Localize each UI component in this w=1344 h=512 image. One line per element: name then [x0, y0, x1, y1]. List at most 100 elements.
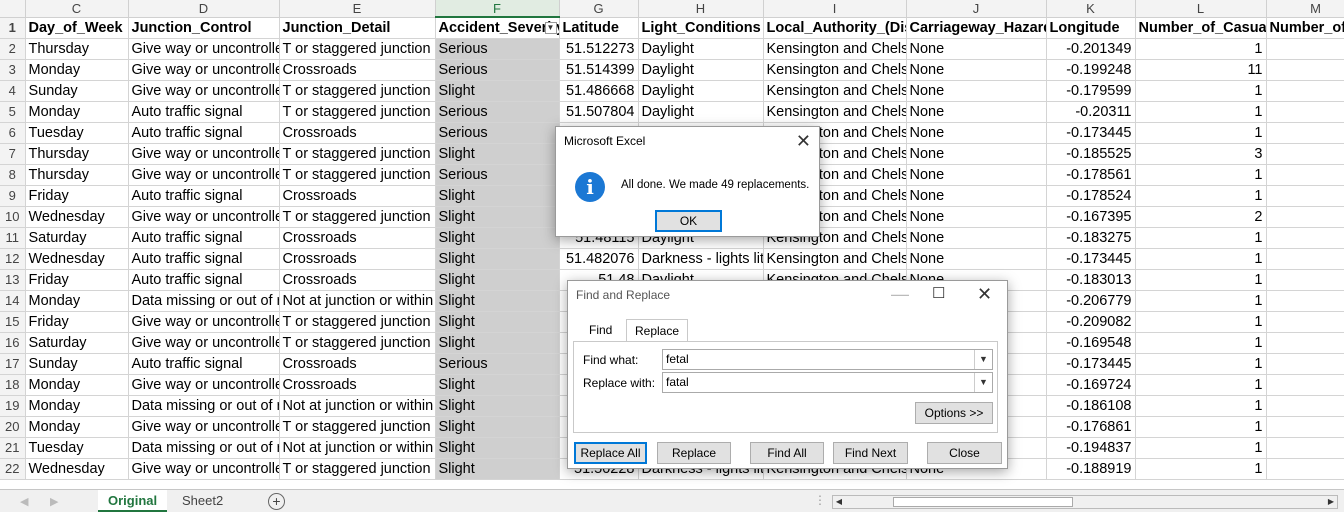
cell[interactable]: -0.194837	[1046, 437, 1136, 459]
cell[interactable]: Monday	[25, 59, 129, 81]
cell[interactable]: Kensington and Chelsea	[763, 59, 907, 81]
cell[interactable]	[1266, 458, 1344, 480]
cell[interactable]: 1	[1135, 122, 1267, 144]
replace-with-input[interactable]: fatal ▼	[662, 372, 993, 393]
column-title-cell[interactable]: Longitude	[1046, 17, 1136, 39]
cell[interactable]: Data missing or out of range	[128, 290, 280, 312]
cell[interactable]: Not at junction or within 20 metres	[279, 395, 436, 417]
cell[interactable]: -0.201349	[1046, 38, 1136, 60]
cell[interactable]: Tuesday	[25, 122, 129, 144]
cell[interactable]: Kensington and Chelsea	[763, 80, 907, 102]
row-header[interactable]: 5	[0, 101, 26, 123]
cell[interactable]: Friday	[25, 269, 129, 291]
cell[interactable]: None	[906, 206, 1047, 228]
row-header[interactable]: 16	[0, 332, 26, 354]
cell[interactable]: Auto traffic signal	[128, 185, 280, 207]
cell[interactable]: 1	[1135, 290, 1267, 312]
cell[interactable]: Auto traffic signal	[128, 122, 280, 144]
column-header-l[interactable]: L	[1135, 0, 1267, 18]
cell[interactable]: Crossroads	[279, 185, 436, 207]
cell[interactable]: Serious	[435, 122, 560, 144]
cell[interactable]: Thursday	[25, 143, 129, 165]
cell[interactable]: -0.167395	[1046, 206, 1136, 228]
scroll-left-icon[interactable]: ◀	[833, 496, 845, 508]
add-sheet-button[interactable]: +	[268, 493, 285, 510]
tab-split-handle[interactable]: ⋮	[814, 493, 826, 507]
column-title-cell[interactable]: Number_of_Casualties	[1135, 17, 1267, 39]
column-header-k[interactable]: K	[1046, 0, 1136, 18]
find-all-button[interactable]: Find All	[750, 442, 824, 464]
cell[interactable]: Serious	[435, 164, 560, 186]
cell[interactable]: Auto traffic signal	[128, 353, 280, 375]
cell[interactable]: Crossroads	[279, 353, 436, 375]
cell[interactable]: -0.185525	[1046, 143, 1136, 165]
cell[interactable]: Monday	[25, 101, 129, 123]
column-title-cell[interactable]: Accident_Severity ▼	[435, 17, 560, 39]
ok-button[interactable]: OK	[655, 210, 722, 232]
row-header[interactable]: 1	[0, 17, 26, 39]
cell[interactable]: Thursday	[25, 38, 129, 60]
column-header-h[interactable]: H	[638, 0, 764, 18]
cell[interactable]: Auto traffic signal	[128, 248, 280, 270]
cell[interactable]: Slight	[435, 227, 560, 249]
cell[interactable]	[1266, 122, 1344, 144]
column-header-c[interactable]: C	[25, 0, 129, 18]
cell[interactable]: Wednesday	[25, 248, 129, 270]
cell[interactable]: 1	[1135, 248, 1267, 270]
column-header-f[interactable]: F	[435, 0, 560, 18]
cell[interactable]: -0.178561	[1046, 164, 1136, 186]
cell[interactable]: None	[906, 38, 1047, 60]
cell[interactable]: -0.176861	[1046, 416, 1136, 438]
row-header[interactable]: 17	[0, 353, 26, 375]
cell[interactable]	[1266, 101, 1344, 123]
row-header[interactable]: 20	[0, 416, 26, 438]
row-header[interactable]: 9	[0, 185, 26, 207]
cell[interactable]: Crossroads	[279, 248, 436, 270]
cell[interactable]: None	[906, 248, 1047, 270]
column-title-cell[interactable]: Junction_Detail	[279, 17, 436, 39]
cell[interactable]: 1	[1135, 332, 1267, 354]
cell[interactable]: Friday	[25, 311, 129, 333]
row-header[interactable]: 6	[0, 122, 26, 144]
cell[interactable]: Data missing or out of range	[128, 437, 280, 459]
scrollbar-thumb[interactable]	[893, 497, 1073, 507]
cell[interactable]	[1266, 395, 1344, 417]
tab-find[interactable]: Find	[581, 319, 620, 341]
cell[interactable]	[1266, 353, 1344, 375]
cell[interactable]: 51.486668	[559, 80, 639, 102]
scroll-right-icon[interactable]: ▶	[1325, 496, 1337, 508]
cell[interactable]: Daylight	[638, 80, 764, 102]
cell[interactable]	[1266, 143, 1344, 165]
cell[interactable]: Serious	[435, 101, 560, 123]
sheet-tab-sheet2[interactable]: Sheet2	[172, 490, 233, 512]
find-next-button[interactable]: Find Next	[833, 442, 908, 464]
cell[interactable]: -0.206779	[1046, 290, 1136, 312]
row-header[interactable]: 3	[0, 59, 26, 81]
cell[interactable]: Slight	[435, 290, 560, 312]
cell[interactable]: -0.186108	[1046, 395, 1136, 417]
options-button[interactable]: Options >>	[915, 402, 993, 424]
replace-button[interactable]: Replace	[657, 442, 731, 464]
cell[interactable]: Crossroads	[279, 269, 436, 291]
column-title-cell[interactable]: Light_Conditions	[638, 17, 764, 39]
column-title-cell[interactable]: Local_Authority_(District)	[763, 17, 907, 39]
cell[interactable]: Serious	[435, 59, 560, 81]
cell[interactable]: Wednesday	[25, 458, 129, 480]
cell[interactable]: Slight	[435, 332, 560, 354]
cell[interactable]: 1	[1135, 227, 1267, 249]
cell[interactable]: 2	[1135, 206, 1267, 228]
cell[interactable]: -0.179599	[1046, 80, 1136, 102]
row-header[interactable]: 13	[0, 269, 26, 291]
close-icon[interactable]: ✕	[796, 132, 811, 150]
row-header[interactable]: 7	[0, 143, 26, 165]
row-header[interactable]: 19	[0, 395, 26, 417]
cell[interactable]: Give way or uncontrolled	[128, 416, 280, 438]
cell[interactable]: None	[906, 143, 1047, 165]
cell[interactable]: Darkness - lights lit	[638, 248, 764, 270]
cell[interactable]: None	[906, 59, 1047, 81]
cell[interactable]: Monday	[25, 395, 129, 417]
cell[interactable]: Monday	[25, 416, 129, 438]
cell[interactable]: -0.169548	[1046, 332, 1136, 354]
cell[interactable]	[1266, 164, 1344, 186]
cell[interactable]: Crossroads	[279, 59, 436, 81]
